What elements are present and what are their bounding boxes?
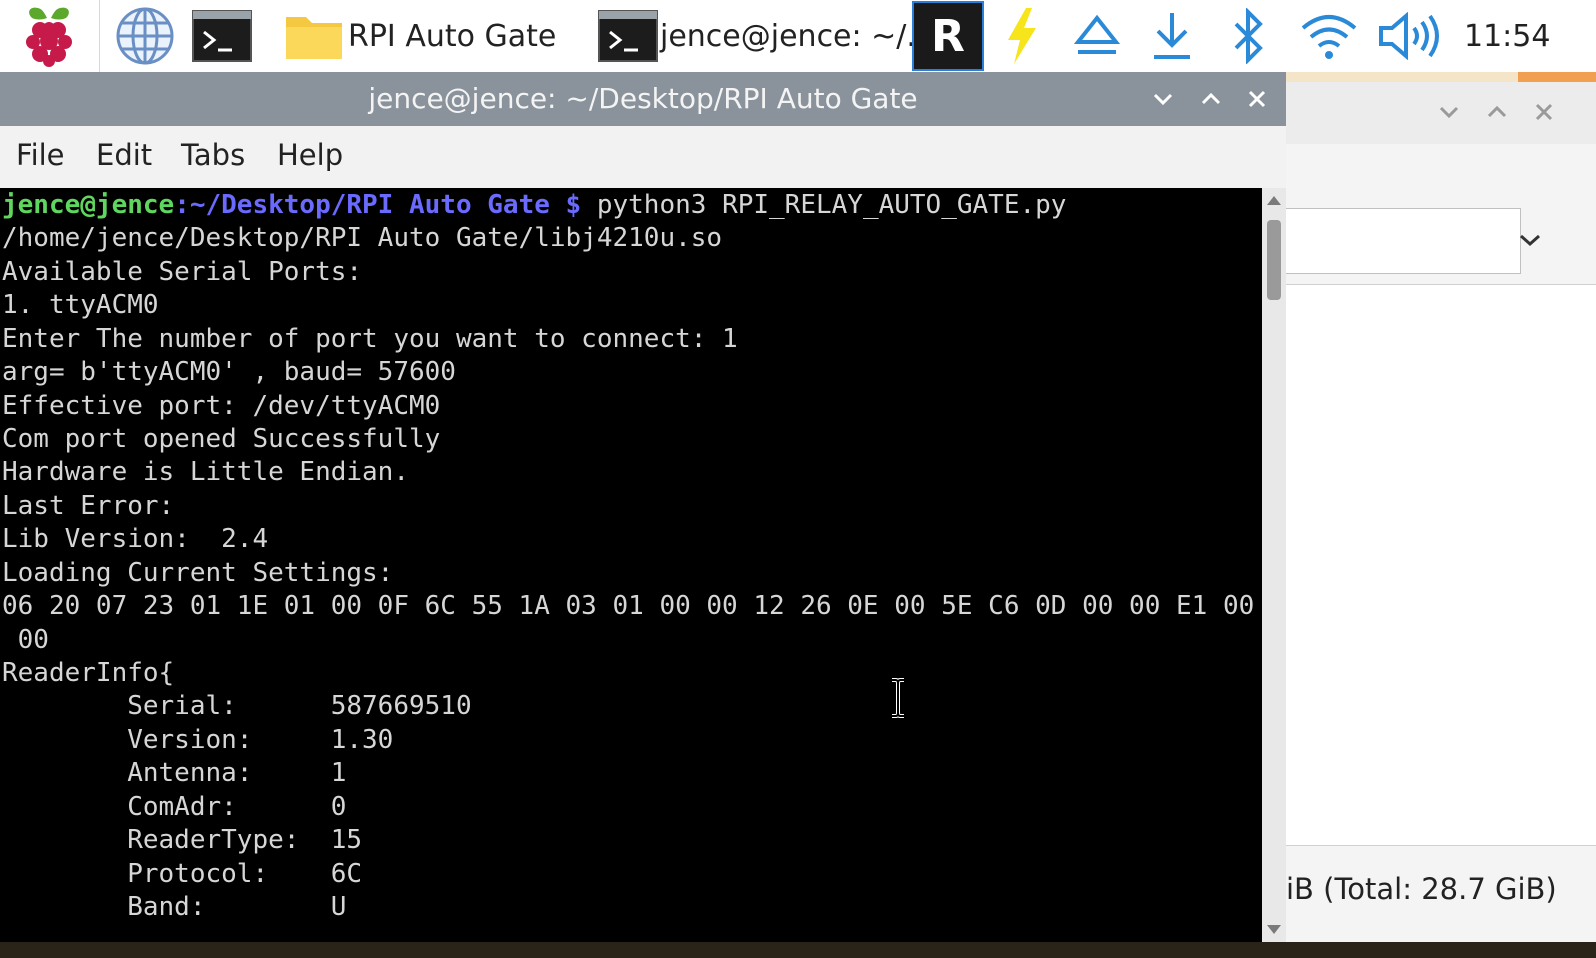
prompt-separator: : [174, 190, 190, 220]
output-line: Hardware is Little Endian. [2, 457, 409, 487]
output-line: Last Error: [2, 491, 175, 521]
vnc-icon: R [912, 1, 984, 71]
prompt-path: ~/Desktop/RPI Auto Gate $ [189, 190, 582, 220]
output-line: /home/jence/Desktop/RPI Auto Gate/libj42… [2, 223, 723, 253]
menu-edit[interactable]: Edit [96, 138, 152, 172]
maximize-button[interactable] [1192, 80, 1230, 118]
output-line: ReaderInfo{ [2, 658, 175, 688]
power-status-button[interactable] [1002, 0, 1042, 72]
chevron-down-icon[interactable] [1518, 232, 1542, 248]
taskbar: RPI Auto Gate jence@jence: ~/... R 11:54 [0, 0, 1596, 72]
prompt-line: jence@jence:~/Desktop/RPI Auto Gate $ py… [2, 189, 1066, 222]
output-line: Com port opened Successfully [2, 424, 441, 454]
vnc-icon-label: R [931, 10, 965, 62]
output-line: ReaderType: 15 [2, 825, 363, 855]
folder-icon [286, 17, 342, 59]
volume-button[interactable] [1378, 0, 1440, 72]
background-window[interactable]: iB (Total: 28.7 GiB) [1286, 72, 1596, 942]
raspberry-pi-icon [26, 7, 72, 67]
terminal-titlebar[interactable]: jence@jence: ~/Desktop/RPI Auto Gate [0, 72, 1286, 126]
clock[interactable]: 11:54 [1464, 0, 1550, 72]
minimize-icon[interactable] [1438, 104, 1460, 120]
globe-icon [116, 7, 174, 65]
terminal-output[interactable]: jence@jence:~/Desktop/RPI Auto Gate $ py… [0, 188, 1262, 942]
wifi-button[interactable] [1300, 0, 1358, 72]
close-button[interactable] [1238, 80, 1276, 118]
menu-tabs[interactable]: Tabs [181, 138, 245, 172]
close-icon [1248, 90, 1266, 108]
task-file-manager[interactable]: RPI Auto Gate [284, 0, 556, 72]
speaker-icon [1379, 12, 1439, 60]
output-line: 1. ttyACM0 [2, 290, 159, 320]
menu-file[interactable]: File [16, 138, 65, 172]
task-label: jence@jence: ~/... [660, 18, 936, 54]
updates-button[interactable] [1150, 0, 1194, 72]
output-line: ComAdr: 0 [2, 792, 347, 822]
bluetooth-button[interactable] [1232, 0, 1266, 72]
task-terminal[interactable]: jence@jence: ~/... [598, 0, 935, 72]
chevron-down-icon [1153, 93, 1173, 106]
file-list-area[interactable] [1286, 284, 1596, 846]
vertical-scrollbar[interactable] [1262, 188, 1286, 942]
output-line: Antenna: 1 [2, 758, 347, 788]
vnc-tray-button[interactable]: R [912, 0, 984, 72]
path-combo-field[interactable] [1286, 208, 1521, 274]
prompt-command: python3 RPI_RELAY_AUTO_GATE.py [581, 190, 1067, 220]
eject-button[interactable] [1074, 0, 1120, 72]
window-title: jence@jence: ~/Desktop/RPI Auto Gate [368, 82, 918, 115]
wifi-icon [1301, 15, 1357, 59]
background-window-titlebar[interactable] [1286, 82, 1596, 144]
lightning-bolt-icon [1008, 8, 1036, 64]
clock-time: 11:54 [1464, 18, 1551, 54]
task-label: RPI Auto Gate [348, 18, 557, 54]
web-browser-launcher[interactable] [115, 0, 175, 72]
scroll-up-arrow-icon[interactable] [1266, 194, 1282, 206]
scrollbar-thumb[interactable] [1267, 220, 1281, 300]
download-arrow-icon [1154, 13, 1190, 59]
text-cursor-icon [892, 678, 904, 718]
window-accent-stripe [1518, 72, 1596, 82]
desktop-edge [0, 942, 1596, 958]
output-line: Lib Version: 2.4 [2, 524, 269, 554]
output-line: Available Serial Ports: [2, 257, 363, 287]
output-line: Effective port: /dev/ttyACM0 [2, 391, 441, 421]
raspberry-menu-button[interactable] [20, 0, 78, 72]
output-line: Band: U [2, 892, 347, 922]
output-line: Version: 1.30 [2, 725, 394, 755]
terminal-window[interactable]: jence@jence: ~/Desktop/RPI Auto Gate Fil… [0, 72, 1286, 942]
taskbar-separator [99, 0, 100, 72]
close-icon[interactable] [1534, 102, 1554, 122]
terminal-launcher[interactable] [192, 0, 252, 72]
chevron-up-icon [1201, 92, 1221, 105]
output-line: Protocol: 6C [2, 859, 363, 889]
maximize-icon[interactable] [1486, 104, 1508, 120]
eject-icon [1074, 14, 1120, 54]
scroll-down-arrow-icon[interactable] [1266, 924, 1282, 936]
menu-bar: File Edit Tabs Help [0, 126, 1286, 188]
terminal-icon [598, 10, 658, 62]
output-line: 06 20 07 23 01 1E 01 00 0F 6C 55 1A 03 0… [2, 591, 1255, 621]
terminal-icon [192, 10, 252, 62]
output-line: 00 [2, 625, 49, 655]
prompt-user: jence@jence [2, 190, 175, 220]
menu-help[interactable]: Help [277, 138, 343, 172]
output-line: arg= b'ttyACM0' , baud= 57600 [2, 357, 456, 387]
output-line: Serial: 587669510 [2, 691, 472, 721]
output-line: Loading Current Settings: [2, 558, 394, 588]
output-line: Enter The number of port you want to con… [2, 324, 738, 354]
bluetooth-icon [1234, 8, 1263, 64]
minimize-button[interactable] [1144, 80, 1182, 118]
disk-status-text: iB (Total: 28.7 GiB) [1286, 872, 1557, 906]
